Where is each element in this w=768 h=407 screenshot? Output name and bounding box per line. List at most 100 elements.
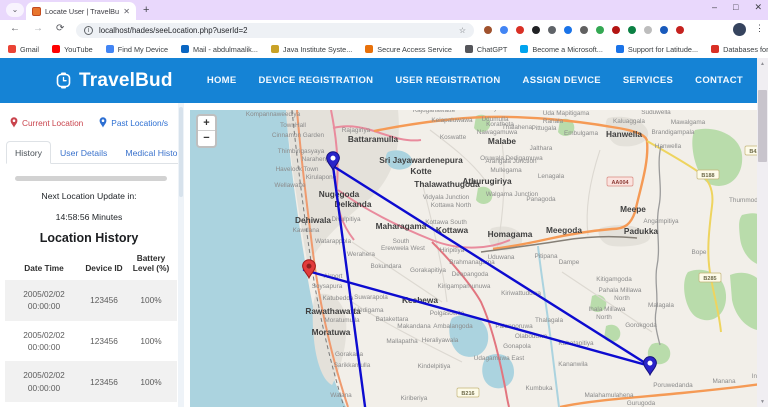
map-label: Erewwela West (381, 245, 425, 252)
page-scrollbar[interactable]: ▲ ▼ (757, 58, 768, 407)
tab-user-details[interactable]: User Details (51, 141, 116, 164)
forward-button[interactable]: → (33, 23, 43, 34)
map-label: Uduwana (487, 254, 514, 261)
update-progress-bar (15, 176, 167, 181)
window-minimize-button[interactable]: – (712, 2, 717, 13)
nav-services[interactable]: SERVICES (623, 75, 673, 86)
map-label: Angampitiya (643, 218, 679, 225)
bookmark-favicon (711, 45, 719, 53)
blue-pin-icon (99, 117, 107, 128)
reload-button[interactable]: ⟳ (56, 23, 64, 34)
browser-tab-strip: ⌄ Locate User | TravelBud ✕ + – □ ✕ (0, 0, 768, 20)
map-label: Hanwella (655, 143, 682, 150)
site-info-icon[interactable]: i (84, 26, 93, 35)
map-label: Gurugoda (627, 400, 656, 407)
nav-device-registration[interactable]: DEVICE REGISTRATION (259, 75, 374, 86)
zoom-out-button[interactable]: − (198, 131, 215, 146)
extension-icon-12[interactable] (676, 26, 684, 34)
map-label: Kumbuka (526, 385, 553, 392)
map-label: Divulpitiya (331, 216, 361, 223)
legend-current-location: Current Location (10, 117, 83, 128)
extension-icon-0[interactable] (484, 26, 492, 34)
bookmark-favicon (520, 45, 528, 53)
zoom-in-button[interactable]: + (198, 116, 215, 131)
nav-user-registration[interactable]: USER REGISTRATION (395, 75, 500, 86)
watch-icon (55, 72, 72, 89)
extension-icon-1[interactable] (500, 26, 508, 34)
map-label: Athurugiriya (462, 176, 512, 186)
back-button[interactable]: ← (10, 23, 20, 34)
map-label: South (393, 238, 410, 245)
browser-menu-icon[interactable]: ⋮ (755, 23, 764, 34)
tab-medical-history[interactable]: Medical History (116, 141, 184, 164)
extension-icon-10[interactable] (644, 26, 652, 34)
extension-icon-8[interactable] (612, 26, 620, 34)
map-canvas[interactable]: + − AA004B188B424B285B216BattaramullaMal… (190, 110, 757, 407)
scroll-up-icon[interactable]: ▲ (757, 61, 768, 67)
col-header: Battery Level (%) (125, 249, 177, 280)
bookmark-become-a-microsoft-[interactable]: Become a Microsoft... (520, 45, 603, 54)
browser-tab[interactable]: Locate User | TravelBud ✕ (26, 2, 136, 20)
bookmark-gmail[interactable]: Gmail (8, 45, 39, 54)
map-label: Ranala (543, 118, 564, 125)
extension-icon-11[interactable] (660, 26, 668, 34)
bookmark-mail-abdulmaalik-[interactable]: Mail - abdulmaalik... (181, 45, 258, 54)
map-label: Kirigampamunuwa (438, 283, 491, 290)
bookmark-databases-for-devel-[interactable]: Databases for Devel... (711, 45, 768, 54)
map-label: Makandana (397, 323, 431, 330)
brand-logo[interactable]: TravelBud (55, 70, 173, 92)
next-update-countdown: 14:58:56 Minutes (0, 212, 178, 222)
extension-icon-4[interactable] (548, 26, 556, 34)
map-label: Battaramulla (348, 134, 399, 144)
profile-avatar[interactable] (733, 23, 746, 36)
bookmark-java-institute-syste-[interactable]: Java Institute Syste... (271, 45, 352, 54)
window-maximize-button[interactable]: □ (733, 2, 738, 13)
nav-contact[interactable]: CONTACT (695, 75, 743, 86)
map-label: Jalthara (530, 145, 553, 152)
route-badge-B216: B216 (457, 388, 479, 397)
bookmark-support-for-latitude-[interactable]: Support for Latitude... (616, 45, 698, 54)
tab-history[interactable]: History (6, 141, 51, 164)
nav-assign-device[interactable]: ASSIGN DEVICE (523, 75, 601, 86)
sidebar-scrollbar[interactable] (178, 103, 184, 407)
extension-icon-2[interactable] (516, 26, 524, 34)
map-label: Bokundara (371, 263, 402, 270)
extension-icon-6[interactable] (580, 26, 588, 34)
past-location-marker[interactable] (644, 357, 657, 375)
map-label: Malagala (648, 302, 674, 309)
bookmark-favicon (52, 45, 60, 53)
map-label: Watarappola (315, 238, 351, 245)
window-close-button[interactable]: ✕ (754, 2, 762, 13)
table-row: 2005/02/0200:00:00123456100% (5, 321, 177, 362)
map-zoom-control: + − (196, 114, 217, 148)
svg-text:B285: B285 (703, 276, 716, 282)
map-label: Thimbirigasyaya (278, 148, 325, 155)
extension-icon-3[interactable] (532, 26, 540, 34)
map-label: Dehiwala (295, 215, 331, 225)
bookmark-find-my-device[interactable]: Find My Device (106, 45, 168, 54)
map-label: Udagamuwa East (474, 355, 525, 362)
bookmark-youtube[interactable]: YouTube (52, 45, 93, 54)
map-label: Embulgama (564, 130, 599, 137)
bookmark-secure-access-service[interactable]: Secure Access Service (365, 45, 452, 54)
address-bar[interactable]: i localhost/hades/seeLocation.php?userId… (76, 23, 474, 38)
tab-close-icon[interactable]: ✕ (123, 7, 130, 16)
extension-icon-7[interactable] (596, 26, 604, 34)
extension-icon-9[interactable] (628, 26, 636, 34)
bookmark-star-icon[interactable]: ☆ (459, 26, 466, 35)
map-legend: Current Location Past Location/s (0, 117, 178, 128)
map-label: North (614, 295, 630, 302)
map-label: Koswatte (440, 134, 467, 141)
scroll-down-icon[interactable]: ▼ (757, 399, 768, 405)
map-label: Pahala Millawa (599, 287, 642, 294)
svg-text:AA004: AA004 (611, 180, 629, 186)
new-tab-button[interactable]: + (143, 4, 149, 16)
extension-icons[interactable] (484, 26, 684, 34)
location-history-table: Date TimeDevice IDBattery Level (%) 2005… (5, 249, 177, 407)
map-label: Rajagiriya (342, 127, 371, 134)
bookmark-chatgpt[interactable]: ChatGPT (465, 45, 507, 54)
tab-search-chevron-icon[interactable]: ⌄ (6, 3, 24, 17)
nav-home[interactable]: HOME (207, 75, 237, 86)
scrollbar-thumb[interactable] (758, 90, 767, 162)
extension-icon-5[interactable] (564, 26, 572, 34)
